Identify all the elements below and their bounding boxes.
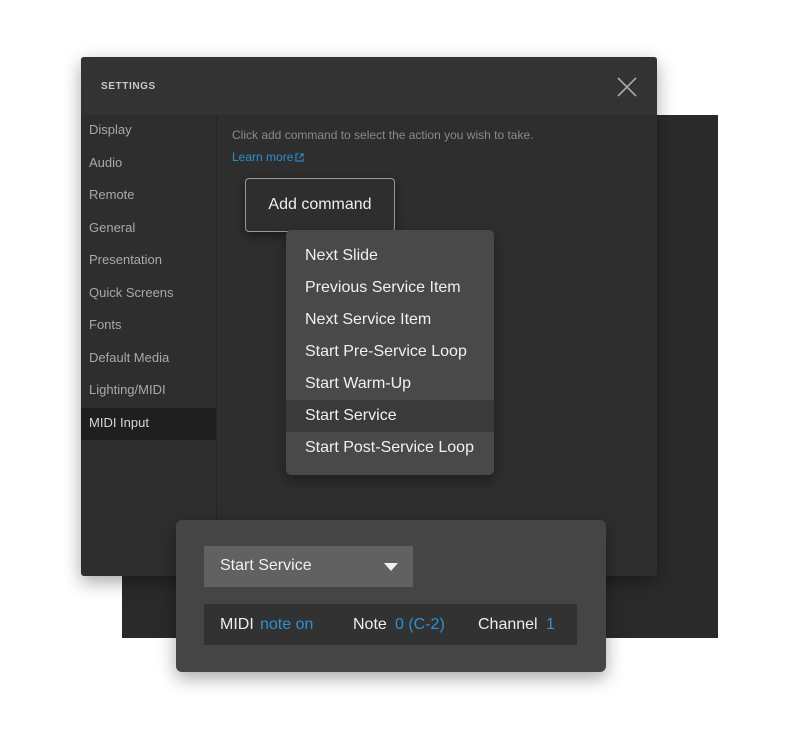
external-link-icon [295,153,305,162]
menu-item-previous-service-item[interactable]: Previous Service Item [286,272,494,304]
close-button[interactable] [615,75,639,99]
sidebar-item-presentation[interactable]: Presentation [81,245,216,278]
note-label: Note [353,616,387,633]
sidebar-item-lighting-midi[interactable]: Lighting/MIDI [81,375,216,408]
command-select-value: Start Service [220,557,312,574]
close-icon [617,77,637,97]
sidebar-item-audio[interactable]: Audio [81,148,216,181]
sidebar-item-fonts[interactable]: Fonts [81,310,216,343]
sidebar-item-midi-input[interactable]: MIDI Input [81,407,216,440]
menu-item-start-service[interactable]: Start Service [286,400,494,432]
channel-label: Channel [478,616,538,633]
sidebar-item-remote[interactable]: Remote [81,180,216,213]
sidebar-item-display[interactable]: Display [81,115,216,148]
settings-header: SETTINGS [81,57,657,115]
midi-trigger-bar: MIDI note on Note 0 (C-2) Channel 1 [204,604,577,645]
midi-label: MIDI [220,616,254,633]
channel-value[interactable]: 1 [546,616,555,634]
settings-title: SETTINGS [101,81,156,92]
caret-down-icon [384,563,398,571]
menu-item-next-service-item[interactable]: Next Service Item [286,304,494,336]
midi-type-value[interactable]: note on [260,616,313,634]
sidebar-item-quick-screens[interactable]: Quick Screens [81,278,216,311]
settings-sidebar: Display Audio Remote General Presentatio… [81,115,217,576]
menu-item-next-slide[interactable]: Next Slide [286,240,494,272]
menu-item-start-pre-service-loop[interactable]: Start Pre-Service Loop [286,336,494,368]
command-select[interactable]: Start Service [204,546,413,587]
sidebar-item-general[interactable]: General [81,213,216,246]
command-dropdown-menu: Next Slide Previous Service Item Next Se… [286,230,494,475]
learn-more-link[interactable]: Learn more [232,150,305,164]
hint-text: Click add command to select the action y… [232,128,534,142]
midi-command-card: Start Service MIDI note on Note 0 (C-2) … [176,520,606,672]
menu-item-start-warm-up[interactable]: Start Warm-Up [286,368,494,400]
sidebar-item-default-media[interactable]: Default Media [81,343,216,376]
menu-item-start-post-service-loop[interactable]: Start Post-Service Loop [286,432,494,464]
learn-more-label: Learn more [232,150,294,164]
note-value[interactable]: 0 (C-2) [395,616,445,634]
add-command-button[interactable]: Add command [245,178,395,232]
